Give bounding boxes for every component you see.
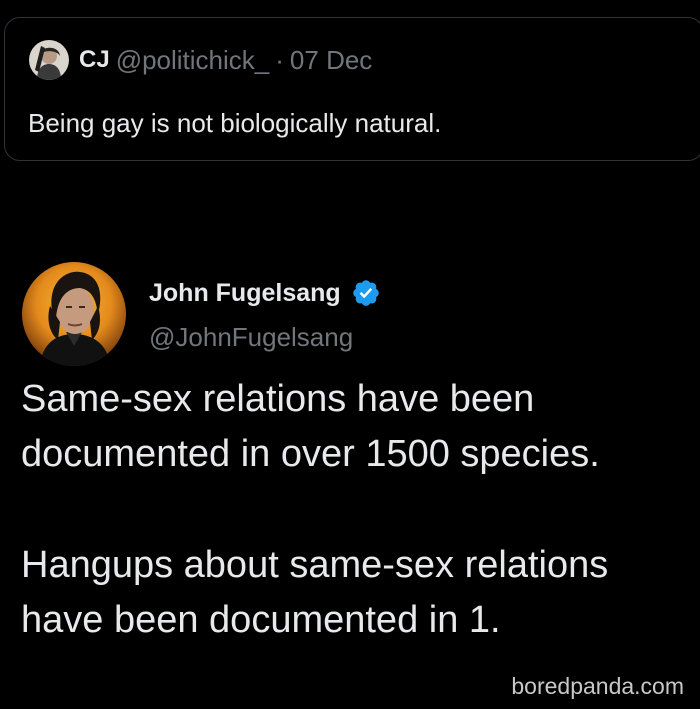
separator-dot: · (275, 44, 284, 75)
quoted-tweet-header: CJ @politichick_ · 07 Dec (29, 40, 372, 80)
author-handle[interactable]: @JohnFugelsang (149, 322, 353, 353)
tweet-line: documented in over 1500 species. (21, 433, 600, 475)
quoted-tweet-card[interactable]: CJ @politichick_ · 07 Dec Being gay is n… (4, 17, 700, 161)
quoted-tweet-text: Being gay is not biologically natural. (28, 108, 442, 138)
tweet-line: have been documented in 1. (21, 599, 501, 641)
quoted-author-avatar[interactable] (29, 40, 69, 80)
verified-badge-icon (352, 280, 379, 306)
author-avatar[interactable] (22, 262, 126, 366)
watermark-text: boredpanda.com (511, 673, 684, 699)
quoted-author-name[interactable]: CJ (79, 46, 110, 74)
quoted-author-handle[interactable]: @politichick_ (116, 45, 270, 76)
avatar-image (29, 40, 69, 80)
tweet-text: Same-sex relations have been documented … (21, 372, 691, 648)
tweet-line: Same-sex relations have been (21, 378, 535, 420)
quoted-tweet-date[interactable]: 07 Dec (290, 45, 372, 76)
author-name-row: John Fugelsang (149, 278, 381, 308)
avatar-image (22, 262, 126, 366)
author-name[interactable]: John Fugelsang (149, 279, 341, 308)
tweet-line: Hangups about same-sex relations (21, 544, 609, 586)
